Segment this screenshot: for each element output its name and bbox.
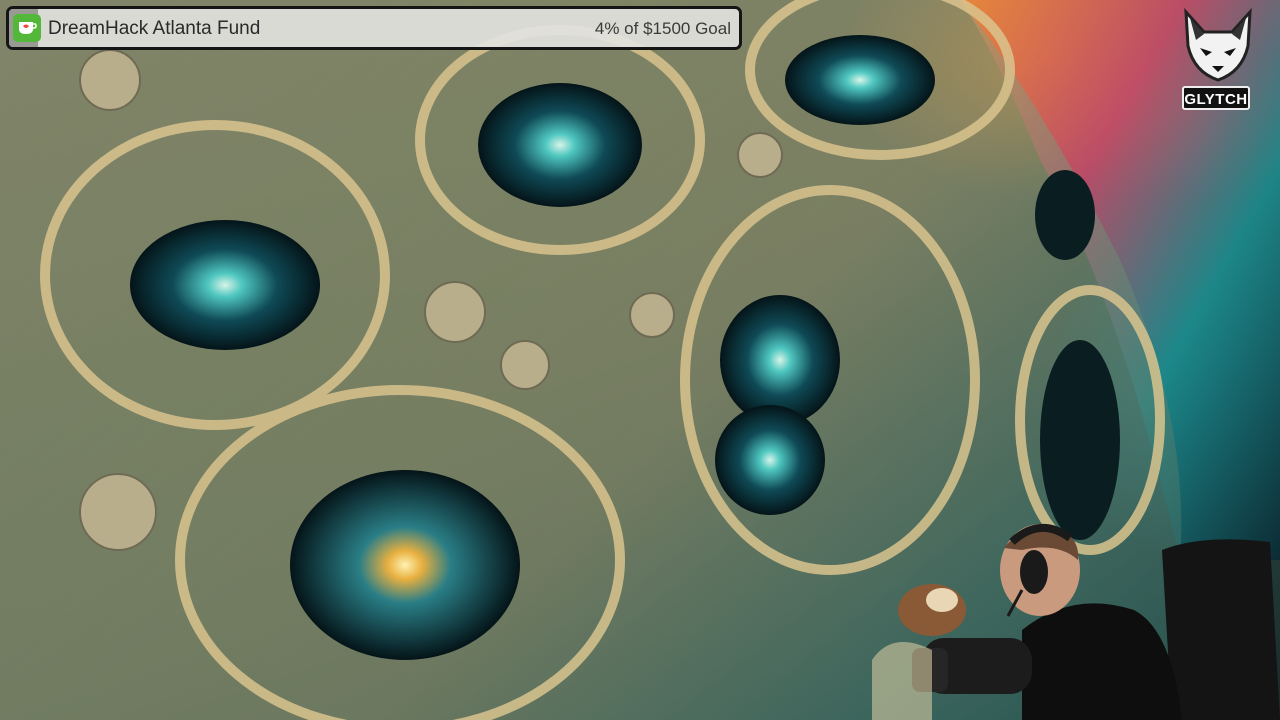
goal-progress-text: 4% of $1500 Goal (594, 19, 731, 38)
goal-title: DreamHack Atlanta Fund (48, 18, 261, 39)
streamer-webcam (872, 520, 1280, 720)
brand-label: GLYTCH (1182, 86, 1250, 110)
webcam-feed-image (872, 523, 1280, 720)
brand-logo: GLYTCH (1176, 6, 1260, 110)
fox-logo-icon (1184, 7, 1252, 82)
donation-goal-bar: DreamHack Atlanta Fund 4% of $1500 Goal (6, 6, 742, 50)
cup-icon (13, 14, 41, 42)
